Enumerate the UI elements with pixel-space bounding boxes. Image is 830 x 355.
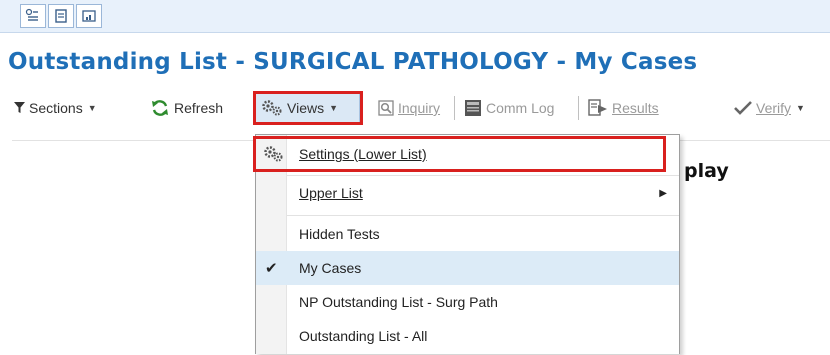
toolbar: Sections ▼ Refresh Views ▼ Inquiry Comm … — [0, 88, 830, 128]
results-button[interactable]: Results — [588, 88, 659, 128]
comm-log-label: Comm Log — [486, 100, 555, 116]
menu-item-settings-lower-list[interactable]: Settings (Lower List) — [256, 139, 679, 169]
top-button-strip — [0, 0, 830, 33]
chevron-down-icon: ▼ — [796, 103, 805, 113]
menu-item-hidden-tests[interactable]: Hidden Tests — [256, 219, 679, 249]
document-list-button[interactable] — [48, 4, 74, 28]
inquiry-icon — [378, 100, 394, 116]
display-heading-partial: play — [684, 160, 729, 182]
verify-label: Verify — [756, 100, 792, 116]
inquiry-label: Inquiry — [398, 100, 441, 116]
sections-button[interactable]: Sections ▼ — [14, 88, 97, 128]
views-label: Views — [287, 100, 325, 116]
filter-list-button[interactable] — [20, 4, 46, 28]
gears-icon — [261, 99, 283, 117]
checkmark-icon: ✔ — [265, 260, 278, 277]
checkmark-icon — [734, 100, 752, 116]
menu-separator — [287, 175, 679, 176]
toolbar-separator — [454, 96, 455, 120]
results-icon — [588, 99, 608, 117]
comm-log-icon — [464, 99, 482, 117]
toolbar-separator — [578, 96, 579, 120]
refresh-icon — [150, 98, 170, 118]
gears-icon — [263, 145, 283, 166]
chevron-down-icon: ▼ — [87, 103, 97, 113]
menu-item-my-cases[interactable]: ✔ My Cases — [256, 251, 679, 285]
menu-item-np-outstanding-surg-path[interactable]: NP Outstanding List - Surg Path — [256, 287, 679, 317]
np-outstanding-label: NP Outstanding List - Surg Path — [299, 294, 498, 310]
chart-window-icon — [82, 10, 96, 22]
menu-item-upper-list[interactable]: Upper List ▶ — [256, 178, 679, 208]
settings-lower-list-label: Settings (Lower List) — [299, 146, 427, 162]
views-button[interactable]: Views ▼ — [261, 88, 338, 128]
verify-button[interactable]: Verify ▼ — [734, 88, 805, 128]
refresh-button[interactable]: Refresh — [150, 88, 223, 128]
chevron-down-icon: ▼ — [329, 103, 339, 113]
inquiry-button[interactable]: Inquiry — [378, 88, 440, 128]
outstanding-all-label: Outstanding List - All — [299, 328, 428, 344]
views-dropdown-menu: Settings (Lower List) Upper List ▶ Hidde… — [255, 134, 680, 354]
upper-list-label: Upper List — [299, 185, 363, 201]
filter-funnel-icon — [14, 102, 25, 114]
menu-item-outstanding-list-all[interactable]: Outstanding List - All — [256, 321, 679, 351]
chevron-right-icon: ▶ — [659, 187, 667, 199]
refresh-label: Refresh — [174, 100, 224, 116]
chart-window-button[interactable] — [76, 4, 102, 28]
page-title: Outstanding List - SURGICAL PATHOLOGY - … — [8, 49, 698, 75]
filter-list-icon — [25, 8, 38, 21]
document-list-icon — [55, 9, 67, 23]
my-cases-label: My Cases — [299, 260, 362, 276]
hidden-tests-label: Hidden Tests — [299, 226, 380, 242]
results-label: Results — [612, 100, 659, 116]
comm-log-button[interactable]: Comm Log — [464, 88, 554, 128]
menu-separator — [287, 215, 679, 216]
sections-label: Sections — [29, 100, 83, 116]
